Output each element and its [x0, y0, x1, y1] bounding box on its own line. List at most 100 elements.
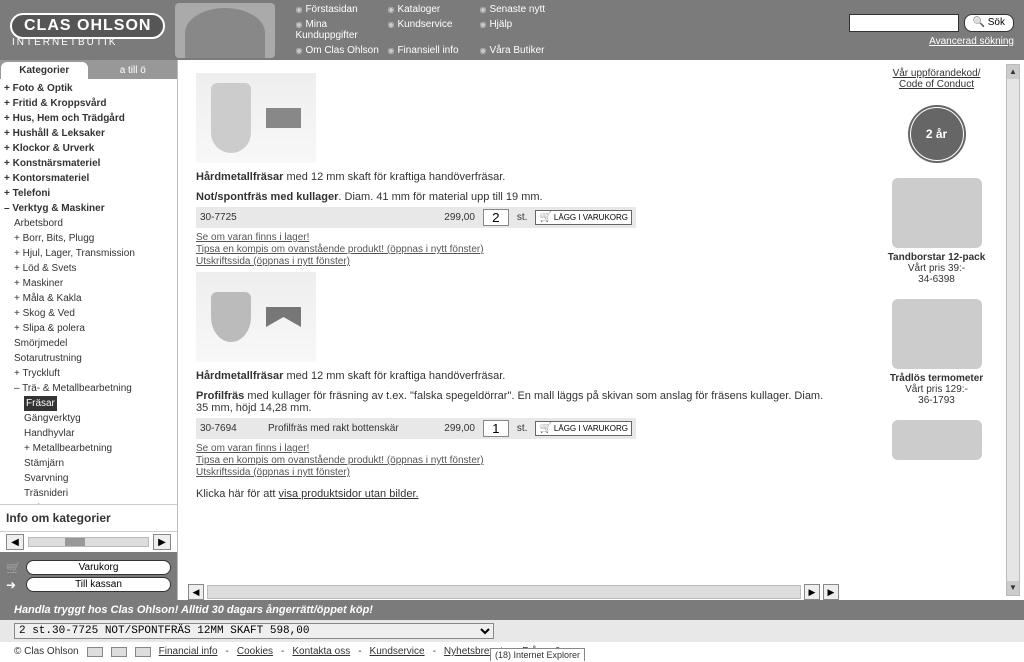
tab-a-till-o[interactable]: a till ö: [90, 62, 177, 79]
category-item[interactable]: Svarvning: [4, 471, 173, 486]
cart-summary-select[interactable]: 2 st.30-7725 NOT/SPONTFRÄS 12MM SKAFT 59…: [14, 623, 494, 639]
nav-hjalp[interactable]: Hjälp: [479, 17, 571, 43]
product1-qty[interactable]: [483, 209, 509, 226]
no-images-link[interactable]: visa produktsidor utan bilder.: [279, 488, 419, 500]
category-item[interactable]: + Telefoni: [4, 186, 173, 201]
category-item[interactable]: + Hus, Hem och Trädgård: [4, 111, 173, 126]
category-item[interactable]: + Metallbearbetning: [4, 441, 173, 456]
product1-price: 299,00: [425, 212, 475, 223]
cscroll-right2[interactable]: ▶: [823, 584, 839, 600]
promo2-image[interactable]: [892, 299, 982, 369]
category-item[interactable]: Sotarutrustning: [4, 351, 173, 366]
footer-financial[interactable]: Financial info: [159, 646, 218, 657]
category-item[interactable]: + Slipa & polera: [4, 321, 173, 336]
product1-tip-link[interactable]: Tipsa en kompis om ovanstående produkt! …: [196, 244, 831, 255]
category-item[interactable]: + Foto & Optik: [4, 81, 173, 96]
product-image-2: [196, 272, 316, 362]
footer-kundservice[interactable]: Kundservice: [370, 646, 425, 657]
nav-kundservice[interactable]: Kundservice: [387, 17, 479, 43]
category-item[interactable]: Arbetsbord: [4, 216, 173, 231]
product1-art: 30-7725: [200, 212, 260, 223]
logo[interactable]: CLAS OHLSON INTERNETBUTIK: [10, 13, 165, 48]
category-item[interactable]: Stämjärn: [4, 456, 173, 471]
category-item[interactable]: + Verktyg: [4, 501, 173, 504]
category-item[interactable]: – Trä- & Metallbearbetning: [4, 381, 173, 396]
product1-stock-link[interactable]: Se om varan finns i lager!: [196, 232, 831, 243]
footer-cookies[interactable]: Cookies: [237, 646, 273, 657]
advanced-search-link[interactable]: Avancerad sökning: [929, 36, 1014, 47]
flag-uk[interactable]: [135, 647, 151, 657]
promo-column: Vår uppförandekod/Code of Conduct 2 år T…: [849, 60, 1024, 600]
category-item[interactable]: + Löd & Svets: [4, 261, 173, 276]
category-item[interactable]: + Måla & Kakla: [4, 291, 173, 306]
tillkassan-button[interactable]: Till kassan: [26, 577, 171, 592]
category-item[interactable]: Smörjmedel: [4, 336, 173, 351]
category-item[interactable]: + Kontorsmateriel: [4, 171, 173, 186]
product2-art: 30-7694: [200, 423, 260, 434]
category-item[interactable]: + Hushåll & Leksaker: [4, 126, 173, 141]
cscroll-right[interactable]: ▶: [804, 584, 820, 600]
ie-status: (18) Internet Explorer: [490, 648, 585, 661]
rscroll-up[interactable]: ▲: [1007, 65, 1019, 79]
category-item[interactable]: + Konstnärsmateriel: [4, 156, 173, 171]
footer-kontakta[interactable]: Kontakta oss: [292, 646, 350, 657]
category-item[interactable]: + Hjul, Lager, Transmission: [4, 246, 173, 261]
product1-print-link[interactable]: Utskriftssida (öppnas i nytt fönster): [196, 256, 831, 267]
category-item[interactable]: – Verktyg & Maskiner: [4, 201, 173, 216]
flag-no[interactable]: [111, 647, 127, 657]
promo2-price: Vårt pris 129:-: [857, 384, 1016, 395]
search-input[interactable]: [849, 14, 959, 32]
product2-print-link[interactable]: Utskriftssida (öppnas i nytt fönster): [196, 467, 831, 478]
flag-se[interactable]: [87, 647, 103, 657]
category-item[interactable]: + Maskiner: [4, 276, 173, 291]
sidebar-hscroll: ◀ ▶: [0, 531, 177, 552]
right-vscroll[interactable]: ▲ ▼: [1006, 64, 1020, 596]
top-nav: Förstasidan Kataloger Senaste nytt Mina …: [295, 2, 575, 58]
category-item[interactable]: Träsnideri: [4, 486, 173, 501]
category-item[interactable]: + Borr, Bits, Plugg: [4, 231, 173, 246]
product2-price: 299,00: [425, 423, 475, 434]
nav-finansiell[interactable]: Finansiell info: [387, 43, 479, 58]
product2-add-button[interactable]: LÄGG I VARUKORG: [535, 421, 632, 436]
nav-senaste-nytt[interactable]: Senaste nytt: [479, 2, 571, 17]
promo1-title: Tandborstar 12-pack: [857, 252, 1016, 263]
nav-kunduppgifter[interactable]: Mina Kunduppgifter: [295, 17, 387, 43]
category-item[interactable]: + Fritid & Kroppsvård: [4, 96, 173, 111]
nav-kataloger[interactable]: Kataloger: [387, 2, 479, 17]
promo1-art: 34-6398: [857, 274, 1016, 285]
promo1-image[interactable]: [892, 178, 982, 248]
nav-butiker[interactable]: Våra Butiker: [479, 43, 571, 58]
product2-stock-link[interactable]: Se om varan finns i lager!: [196, 443, 831, 454]
coc-link[interactable]: Vår uppförandekod/Code of Conduct: [857, 68, 1016, 90]
product2-desc1: Hårdmetallfräsar med 12 mm skaft för kra…: [196, 370, 831, 382]
family-photo: [175, 3, 275, 58]
cart-icon: 🛒: [6, 561, 20, 575]
category-item[interactable]: Handhyvlar: [4, 426, 173, 441]
cart-summary-bar: 2 st.30-7725 NOT/SPONTFRÄS 12MM SKAFT 59…: [0, 620, 1024, 642]
product1-add-button[interactable]: LÄGG I VARUKORG: [535, 210, 632, 225]
scroll-right[interactable]: ▶: [153, 534, 171, 550]
rscroll-down[interactable]: ▼: [1007, 581, 1019, 595]
nav-om[interactable]: Om Clas Ohlson: [295, 43, 387, 58]
tab-kategorier[interactable]: Kategorier: [1, 62, 88, 79]
scroll-left[interactable]: ◀: [6, 534, 24, 550]
category-item[interactable]: Gängverktyg: [4, 411, 173, 426]
search-button[interactable]: 🔍 Sök: [964, 14, 1014, 32]
product2-qty[interactable]: [483, 420, 509, 437]
varukorg-button[interactable]: Varukorg: [26, 560, 171, 575]
nav-forstasidan[interactable]: Förstasidan: [295, 2, 387, 17]
sidebar: Kategorier a till ö + Foto & Optik+ Frit…: [0, 60, 178, 600]
header: CLAS OHLSON INTERNETBUTIK Förstasidan Ka…: [0, 0, 1024, 60]
cscroll-left[interactable]: ◀: [188, 584, 204, 600]
category-item[interactable]: + Klockor & Urverk: [4, 141, 173, 156]
category-tree[interactable]: + Foto & Optik+ Fritid & Kroppsvård+ Hus…: [0, 79, 177, 504]
info-kategorier[interactable]: Info om kategorier: [0, 504, 177, 531]
product2-row: 30-7694 Profilfräs med rakt bottenskär 2…: [196, 418, 636, 439]
category-item[interactable]: + Skog & Ved: [4, 306, 173, 321]
product2-desc2: Profilfräs med kullager för fräsning av …: [196, 390, 831, 414]
promo3-image[interactable]: [892, 420, 982, 460]
product-list: Hårdmetallfräsar med 12 mm skaft för kra…: [178, 60, 849, 600]
category-item[interactable]: + Tryckluft: [4, 366, 173, 381]
category-item[interactable]: Fräsar: [4, 396, 173, 411]
product2-tip-link[interactable]: Tipsa en kompis om ovanstående produkt! …: [196, 455, 831, 466]
